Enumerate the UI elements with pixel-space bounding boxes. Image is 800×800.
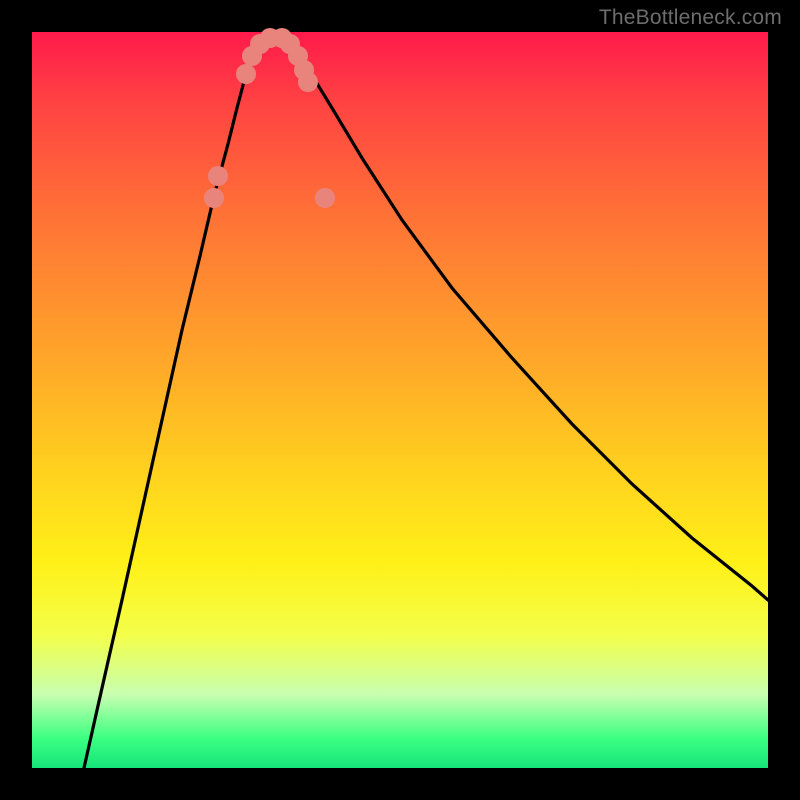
marker-dot xyxy=(298,72,318,92)
chart-svg xyxy=(32,32,768,768)
marker-dot xyxy=(315,188,335,208)
marker-dots xyxy=(204,28,335,208)
curve-left xyxy=(84,38,276,768)
marker-dot xyxy=(204,188,224,208)
chart-plot-area xyxy=(32,32,768,768)
marker-dot xyxy=(236,64,256,84)
page-frame: TheBottleneck.com xyxy=(0,0,800,800)
marker-dot xyxy=(208,166,228,186)
curve-right xyxy=(276,38,768,600)
watermark-text: TheBottleneck.com xyxy=(599,6,782,30)
